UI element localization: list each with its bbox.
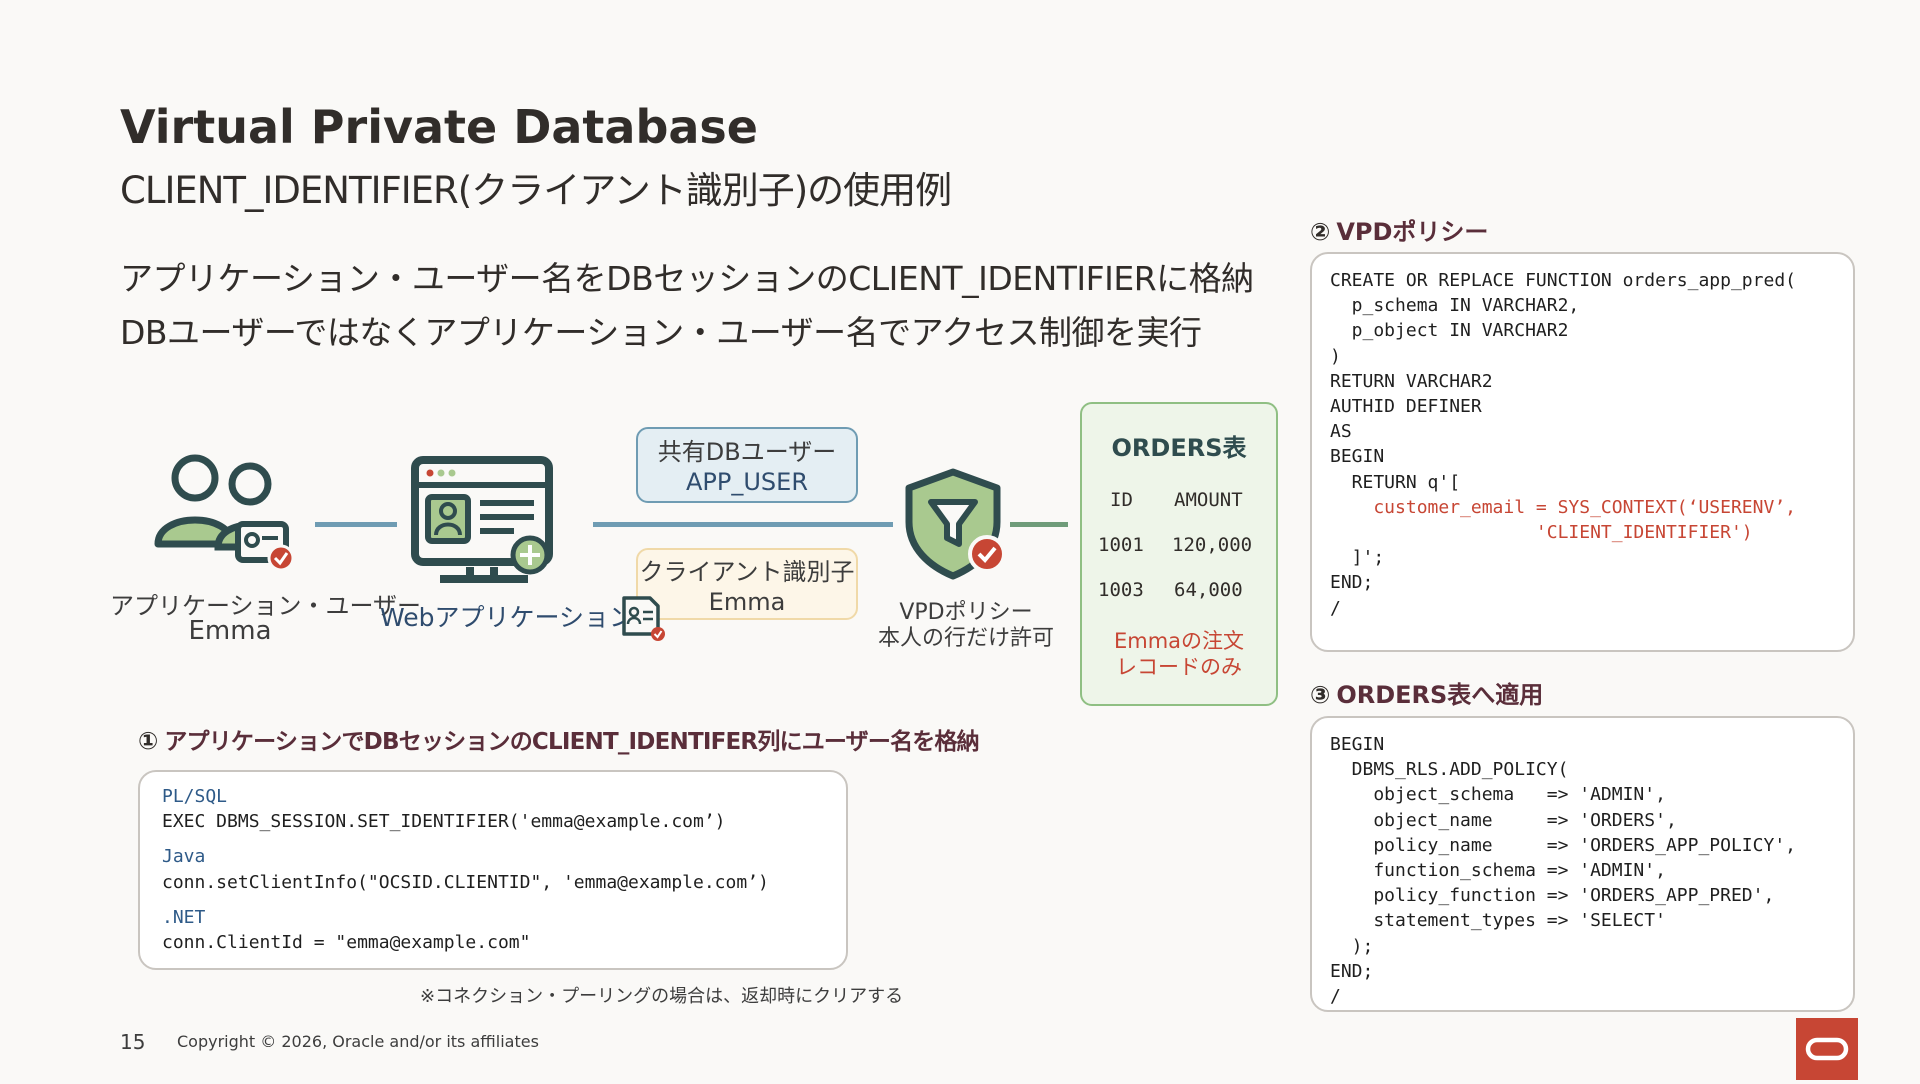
orders-cell: 1003: [1098, 579, 1144, 601]
section1-title: アプリケーションでDBセッションのCLIENT_IDENTIFER列にユーザー名…: [164, 729, 979, 755]
section2-title: VPDポリシー: [1336, 218, 1489, 246]
users-icon: [150, 452, 300, 572]
net-code: conn.ClientId = "emma@example.com": [162, 932, 531, 954]
orders-col-id: ID: [1110, 489, 1133, 511]
page-title: Virtual Private Database: [120, 100, 759, 154]
connector-line: [593, 522, 893, 527]
client-identifier-value: Emma: [708, 588, 786, 616]
shared-db-user-box: 共有DBユーザー APP_USER: [636, 427, 858, 503]
bullet-2: DBユーザーではなくアプリケーション・ユーザー名でアクセス制御を実行: [120, 313, 1202, 352]
section3-number: ③: [1310, 681, 1331, 709]
orders-note-line1: Emmaの注文: [1113, 629, 1245, 653]
vpd-policy-desc: 本人の行だけ許可: [877, 626, 1054, 651]
orders-cell: 120,000: [1172, 534, 1253, 556]
java-label: Java: [162, 846, 206, 868]
section2-number: ②: [1310, 218, 1331, 246]
section1-heading: ① アプリケーションでDBセッションのCLIENT_IDENTIFER列にユーザー…: [138, 722, 980, 756]
vpd-function-code: CREATE OR REPLACE FUNCTION orders_app_pr…: [1330, 270, 1796, 493]
orders-note: Emmaの注文 レコードのみ: [1082, 628, 1276, 681]
plsql-code: EXEC DBMS_SESSION.SET_IDENTIFIER('emma@e…: [162, 811, 726, 833]
net-label: .NET: [162, 906, 206, 928]
orders-cell: 64,000: [1174, 579, 1243, 601]
section1-number: ①: [138, 727, 159, 755]
web-app-label: Webアプリケーション: [380, 603, 635, 632]
id-card-icon: [620, 594, 668, 642]
section1-code-box: PL/SQL EXEC DBMS_SESSION.SET_IDENTIFIER(…: [138, 770, 848, 970]
connector-line: [315, 522, 397, 527]
app-user-name: Emma: [188, 616, 272, 646]
section2-heading: ② VPDポリシー: [1310, 212, 1488, 247]
shield-filter-icon: [903, 468, 1015, 584]
orders-note-line2: レコードのみ: [1116, 655, 1242, 680]
shared-db-user-name: APP_USER: [685, 468, 808, 496]
add-policy-code: BEGIN DBMS_RLS.ADD_POLICY( object_schema…: [1330, 734, 1796, 1008]
oracle-logo-icon: [1796, 1018, 1858, 1080]
bullet-1: アプリケーション・ユーザー名をDBセッションのCLIENT_IDENTIFIER…: [120, 259, 1254, 298]
connector-line: [1010, 522, 1068, 527]
orders-col-amount: AMOUNT: [1174, 489, 1243, 511]
section3-code-box: BEGIN DBMS_RLS.ADD_POLICY( object_schema…: [1310, 716, 1855, 1012]
vpd-predicate-code: customer_email = SYS_CONTEXT(‘USERENV’, …: [1373, 496, 1796, 544]
client-identifier-box: クライアント識別子 Emma: [636, 548, 858, 620]
connection-pool-note: ※コネクション・プーリングの場合は、返却時にクリアする: [420, 986, 904, 1007]
web-app-icon: [410, 455, 560, 587]
orders-cell: 1001: [1098, 534, 1144, 556]
section2-code-box: CREATE OR REPLACE FUNCTION orders_app_pr…: [1310, 252, 1855, 652]
orders-table: ORDERS表 ID AMOUNT 1001 120,000 1003 64,0…: [1080, 402, 1278, 706]
vpd-function-end-code: ]'; END; /: [1330, 547, 1385, 619]
shared-db-user-label: 共有DBユーザー: [657, 438, 837, 466]
client-identifier-label: クライアント識別子: [639, 558, 855, 586]
section3-title: ORDERS表へ適用: [1336, 681, 1544, 709]
page-subtitle: CLIENT_IDENTIFIER(クライアント識別子)の使用例: [120, 169, 952, 212]
orders-table-title: ORDERS表: [1111, 434, 1247, 462]
java-code: conn.setClientInfo("OCSID.CLIENTID", 'em…: [162, 871, 769, 893]
copyright: Copyright © 2026, Oracle and/or its affi…: [177, 1032, 539, 1051]
page-number: 15: [120, 1030, 146, 1054]
plsql-label: PL/SQL: [162, 786, 228, 807]
section3-heading: ③ ORDERS表へ適用: [1310, 675, 1543, 710]
